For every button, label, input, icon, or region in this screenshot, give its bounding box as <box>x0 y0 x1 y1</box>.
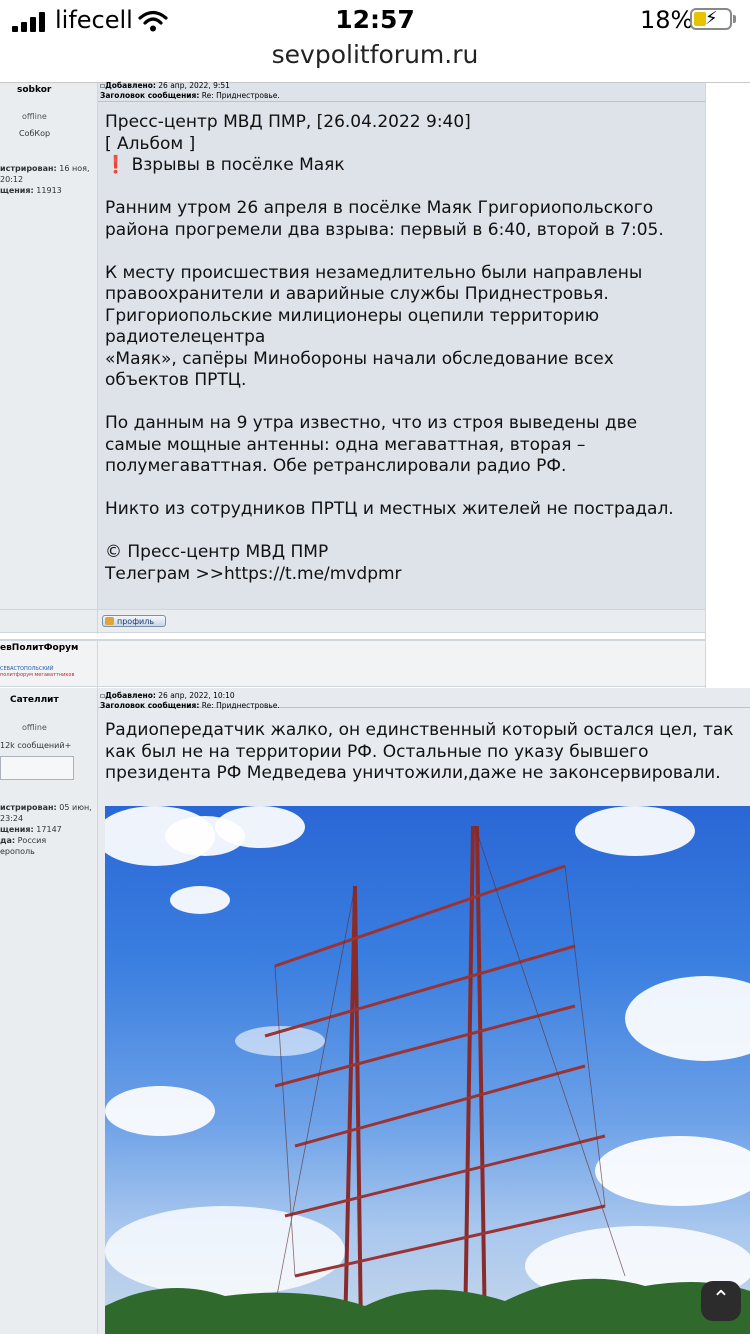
online-status: offline <box>22 112 47 121</box>
profile-button[interactable]: профиль <box>102 615 166 627</box>
author-name[interactable]: Сателлит <box>10 695 59 705</box>
post-author-panel: Сателлит offline 12k сообщений+ истриров… <box>0 688 98 1334</box>
post-text: Радиопередатчик жалко, он единственный к… <box>105 720 734 783</box>
online-status: offline <box>22 723 47 732</box>
post-header: ▫Добавлено: 26 апр, 2022, 9:51 Заголовок… <box>100 81 280 100</box>
address-bar[interactable]: sevpolitforum.ru <box>0 40 750 69</box>
clock: 12:57 <box>335 5 415 34</box>
post-header: ▫Добавлено: 26 апр, 2022, 10:10 Заголово… <box>100 691 280 710</box>
forum-thread: sobkor offline СобКор истрирован: 16 ноя… <box>0 81 750 1334</box>
user-rank: СобКор <box>19 129 51 138</box>
antenna-towers-graphic <box>105 825 750 1334</box>
sponsor-name: евПолитФорум <box>0 643 79 653</box>
sponsor-row: евПолитФорум СЕВАСТОПОЛЬСКИЙ политфорум … <box>0 639 706 689</box>
author-name[interactable]: sobkor <box>17 85 51 95</box>
battery-percentage: 18% <box>640 6 694 34</box>
author-info: истрирован: 05 июн, 23:24 щения: 17147 д… <box>0 803 92 856</box>
profile-icon <box>105 617 114 625</box>
scroll-up-button[interactable]: ⌃ <box>701 1281 741 1321</box>
battery-charging-icon: ⚡ <box>690 8 732 30</box>
post-author-panel: sobkor offline СобКор истрирован: 16 ноя… <box>0 83 98 609</box>
antenna-photo[interactable] <box>105 806 750 1334</box>
chevron-up-icon: ⌃ <box>711 1287 731 1312</box>
status-bar: lifecell 12:57 18% ⚡ sevpolitforum.ru <box>0 0 750 82</box>
post-separator <box>98 101 706 102</box>
post-text: Пресс-центр МВД ПМР, [26.04.2022 9:40] [… <box>105 112 674 584</box>
sponsor-logo: СЕВАСТОПОЛЬСКИЙ политфорум мегаваттников <box>0 666 75 678</box>
user-avatar <box>0 756 74 780</box>
author-info: истрирован: 16 ноя, 20:12 щения: 11913 <box>0 164 90 195</box>
user-rank: 12k сообщений+ <box>0 741 72 750</box>
